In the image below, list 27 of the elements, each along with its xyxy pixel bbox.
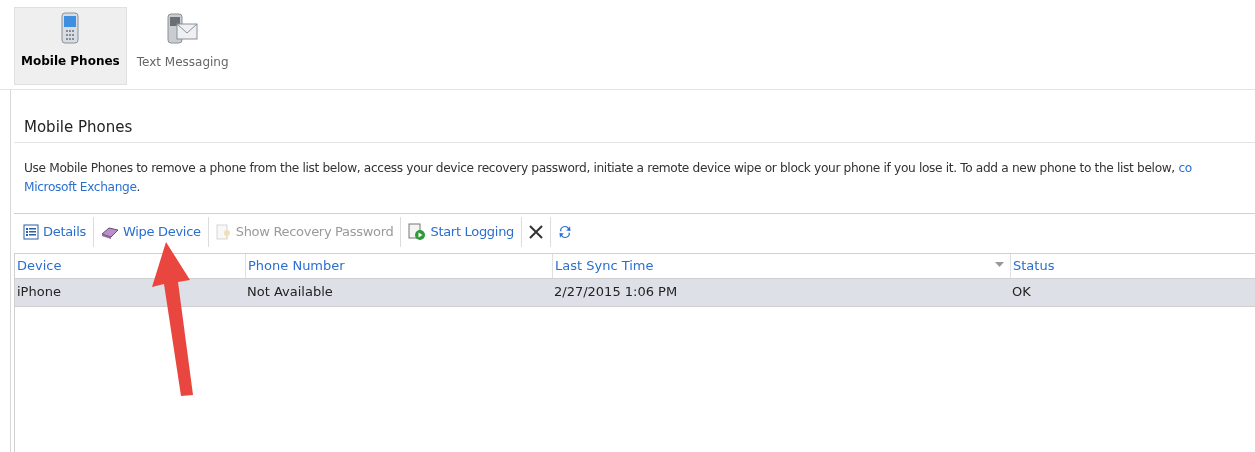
close-icon	[529, 225, 544, 239]
table-cell-text: Not Available	[246, 283, 334, 302]
eraser-icon	[100, 224, 119, 240]
refresh-icon	[558, 224, 573, 240]
table-cell-text: iPhone	[16, 283, 62, 302]
table-cell-text: 2/27/2015 1:06 PM	[553, 283, 679, 302]
list-icon	[23, 224, 39, 240]
table-cell-text: OK	[1011, 283, 1032, 302]
mobile-phone-icon	[61, 12, 80, 44]
toolbar-button[interactable]: Wipe Device	[93, 217, 208, 247]
section-title: Mobile Phones	[23, 117, 134, 138]
tab[interactable]: Mobile Phones	[14, 7, 127, 85]
column-header[interactable]: Status	[1010, 253, 1255, 278]
description-text: Use Mobile Phones to remove a phone from the list below, access your device recovery password, initiate a remote device wipe or block your phone if you lose it. To add a new phone to the list below, co Microsoft Exchange.	[24, 159, 1193, 196]
table-row[interactable]: iPhone Not Available 2/27/2015 1:06 PM OK	[15, 278, 1255, 307]
phone-envelope-icon	[166, 13, 199, 45]
link[interactable]: Microsoft Exchange	[24, 179, 137, 194]
column-header[interactable]: Phone Number	[245, 253, 552, 278]
link[interactable]: co	[1178, 160, 1192, 175]
toolbar-button[interactable]: Details	[16, 217, 93, 247]
sort-arrow-icon	[995, 261, 1004, 267]
tab[interactable]: Text Messaging	[130, 7, 235, 85]
column-header[interactable]: Last Sync Time	[552, 253, 1010, 278]
toolbar-button[interactable]: Start Logging	[401, 217, 522, 247]
document-play-icon	[408, 223, 427, 241]
document-key-icon	[215, 224, 232, 240]
column-header[interactable]: Device	[15, 253, 245, 278]
